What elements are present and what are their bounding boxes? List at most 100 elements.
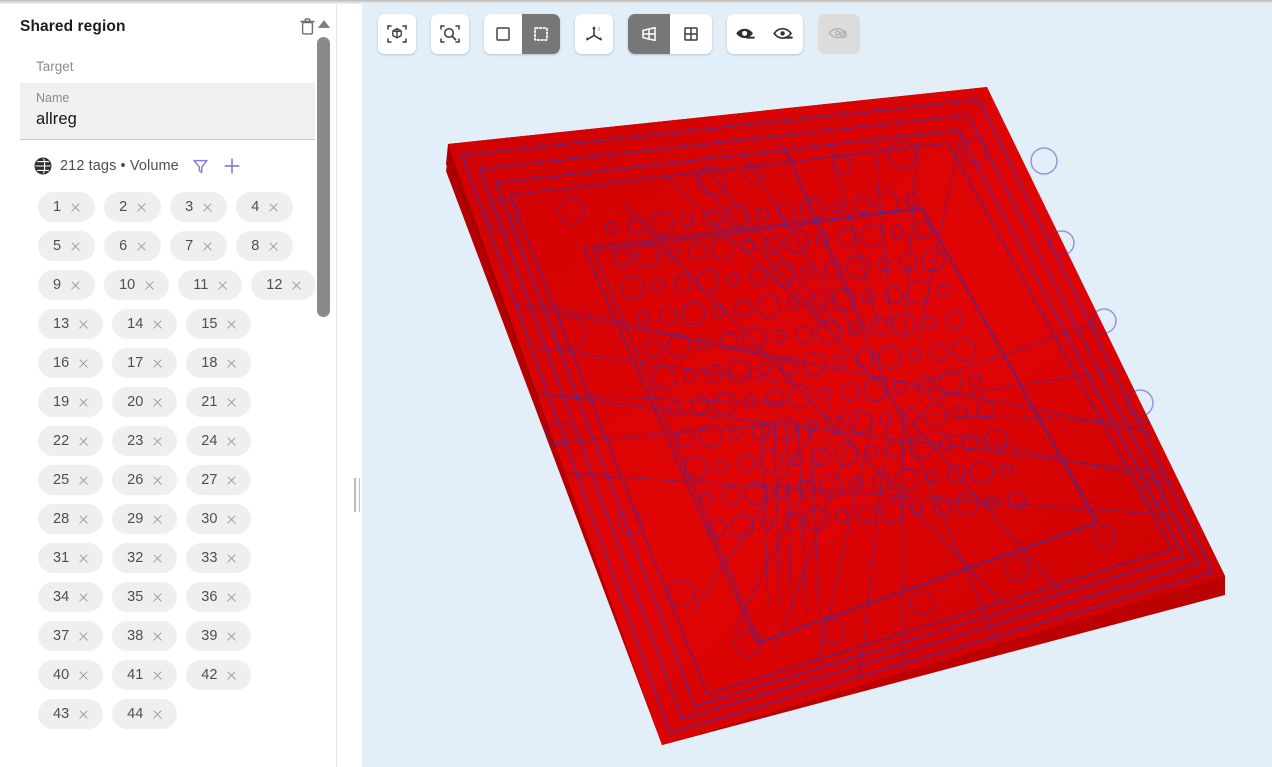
close-icon[interactable] bbox=[78, 514, 89, 525]
tag-chip[interactable]: 28 bbox=[38, 504, 104, 534]
plus-icon[interactable] bbox=[222, 156, 242, 176]
close-icon[interactable] bbox=[70, 280, 81, 291]
tag-chip[interactable]: 34 bbox=[38, 582, 104, 612]
tag-chip[interactable]: 31 bbox=[38, 543, 104, 573]
tag-chip[interactable]: 16 bbox=[38, 348, 104, 378]
tag-chip[interactable]: 42 bbox=[186, 660, 252, 690]
close-icon[interactable] bbox=[202, 202, 213, 213]
tag-chip[interactable]: 8 bbox=[236, 231, 294, 261]
panel-scrollbar[interactable] bbox=[315, 6, 332, 767]
close-icon[interactable] bbox=[78, 397, 89, 408]
globe-icon[interactable] bbox=[34, 157, 52, 175]
tag-chip[interactable]: 14 bbox=[112, 309, 178, 339]
close-icon[interactable] bbox=[226, 475, 237, 486]
close-icon[interactable] bbox=[226, 553, 237, 564]
tag-chip[interactable]: 7 bbox=[170, 231, 228, 261]
tag-chip[interactable]: 25 bbox=[38, 465, 104, 495]
close-icon[interactable] bbox=[152, 709, 163, 720]
scrollbar-thumb[interactable] bbox=[317, 37, 330, 317]
close-icon[interactable] bbox=[136, 202, 147, 213]
close-icon[interactable] bbox=[152, 436, 163, 447]
close-icon[interactable] bbox=[136, 241, 147, 252]
triangle-up-icon[interactable] bbox=[318, 20, 330, 28]
close-icon[interactable] bbox=[78, 475, 89, 486]
tag-chip[interactable]: 13 bbox=[38, 309, 104, 339]
close-icon[interactable] bbox=[152, 397, 163, 408]
close-icon[interactable] bbox=[226, 436, 237, 447]
filter-icon[interactable] bbox=[191, 157, 210, 176]
tag-chip[interactable]: 12 bbox=[251, 270, 317, 300]
tag-chip[interactable]: 20 bbox=[112, 387, 178, 417]
tag-chip[interactable]: 43 bbox=[38, 699, 104, 729]
zoom-to-selection-button[interactable] bbox=[431, 14, 469, 54]
close-icon[interactable] bbox=[152, 592, 163, 603]
close-icon[interactable] bbox=[78, 631, 89, 642]
hide-unselected-button[interactable] bbox=[765, 14, 803, 54]
tag-chip[interactable]: 17 bbox=[112, 348, 178, 378]
close-icon[interactable] bbox=[78, 319, 89, 330]
tag-chip[interactable]: 33 bbox=[186, 543, 252, 573]
tag-chip[interactable]: 40 bbox=[38, 660, 104, 690]
name-field[interactable]: Name allreg bbox=[20, 83, 316, 140]
close-icon[interactable] bbox=[268, 202, 279, 213]
tag-chip[interactable]: 10 bbox=[104, 270, 170, 300]
close-icon[interactable] bbox=[152, 514, 163, 525]
tag-chip[interactable]: 19 bbox=[38, 387, 104, 417]
tag-chip[interactable]: 18 bbox=[186, 348, 252, 378]
close-icon[interactable] bbox=[78, 670, 89, 681]
hide-selected-button[interactable] bbox=[727, 14, 765, 54]
rectangle-select-button[interactable] bbox=[484, 14, 522, 54]
tag-chip[interactable]: 29 bbox=[112, 504, 178, 534]
close-icon[interactable] bbox=[268, 241, 279, 252]
tag-chip[interactable]: 26 bbox=[112, 465, 178, 495]
close-icon[interactable] bbox=[226, 319, 237, 330]
marquee-select-button[interactable] bbox=[522, 14, 560, 54]
close-icon[interactable] bbox=[217, 280, 228, 291]
close-icon[interactable] bbox=[226, 670, 237, 681]
tag-chip[interactable]: 35 bbox=[112, 582, 178, 612]
tag-chip[interactable]: 4 bbox=[236, 192, 294, 222]
tag-chip[interactable]: 9 bbox=[38, 270, 96, 300]
tag-chip[interactable]: 23 bbox=[112, 426, 178, 456]
close-icon[interactable] bbox=[152, 475, 163, 486]
3d-viewport[interactable]: i bbox=[362, 3, 1272, 767]
close-icon[interactable] bbox=[70, 202, 81, 213]
tag-chip[interactable]: 1 bbox=[38, 192, 96, 222]
fit-to-view-button[interactable] bbox=[378, 14, 416, 54]
close-icon[interactable] bbox=[152, 670, 163, 681]
close-icon[interactable] bbox=[226, 358, 237, 369]
tag-chip[interactable]: 37 bbox=[38, 621, 104, 651]
close-icon[interactable] bbox=[226, 514, 237, 525]
tag-chip[interactable]: 39 bbox=[186, 621, 252, 651]
close-icon[interactable] bbox=[152, 358, 163, 369]
tag-chip[interactable]: 32 bbox=[112, 543, 178, 573]
tag-chip[interactable]: 11 bbox=[178, 270, 243, 300]
tag-chip[interactable]: 3 bbox=[170, 192, 228, 222]
close-icon[interactable] bbox=[152, 553, 163, 564]
tag-chip[interactable]: 6 bbox=[104, 231, 162, 261]
tag-chip[interactable]: 5 bbox=[38, 231, 96, 261]
tag-chip[interactable]: 15 bbox=[186, 309, 252, 339]
orthographic-view-button[interactable] bbox=[670, 14, 712, 54]
close-icon[interactable] bbox=[70, 241, 81, 252]
close-icon[interactable] bbox=[78, 592, 89, 603]
tag-chip[interactable]: 22 bbox=[38, 426, 104, 456]
tag-chip[interactable]: 27 bbox=[186, 465, 252, 495]
close-icon[interactable] bbox=[78, 358, 89, 369]
close-icon[interactable] bbox=[291, 280, 302, 291]
show-axes-button[interactable]: i bbox=[575, 14, 613, 54]
close-icon[interactable] bbox=[202, 241, 213, 252]
tag-chip[interactable]: 41 bbox=[112, 660, 178, 690]
tag-chip[interactable]: 24 bbox=[186, 426, 252, 456]
close-icon[interactable] bbox=[226, 631, 237, 642]
perspective-view-button[interactable] bbox=[628, 14, 670, 54]
close-icon[interactable] bbox=[144, 280, 155, 291]
panel-resize-handle[interactable] bbox=[353, 478, 361, 512]
tag-chip[interactable]: 30 bbox=[186, 504, 252, 534]
close-icon[interactable] bbox=[152, 631, 163, 642]
tag-chip[interactable]: 36 bbox=[186, 582, 252, 612]
tag-chip[interactable]: 38 bbox=[112, 621, 178, 651]
tag-chip[interactable]: 21 bbox=[186, 387, 252, 417]
tag-chip[interactable]: 2 bbox=[104, 192, 162, 222]
close-icon[interactable] bbox=[78, 553, 89, 564]
